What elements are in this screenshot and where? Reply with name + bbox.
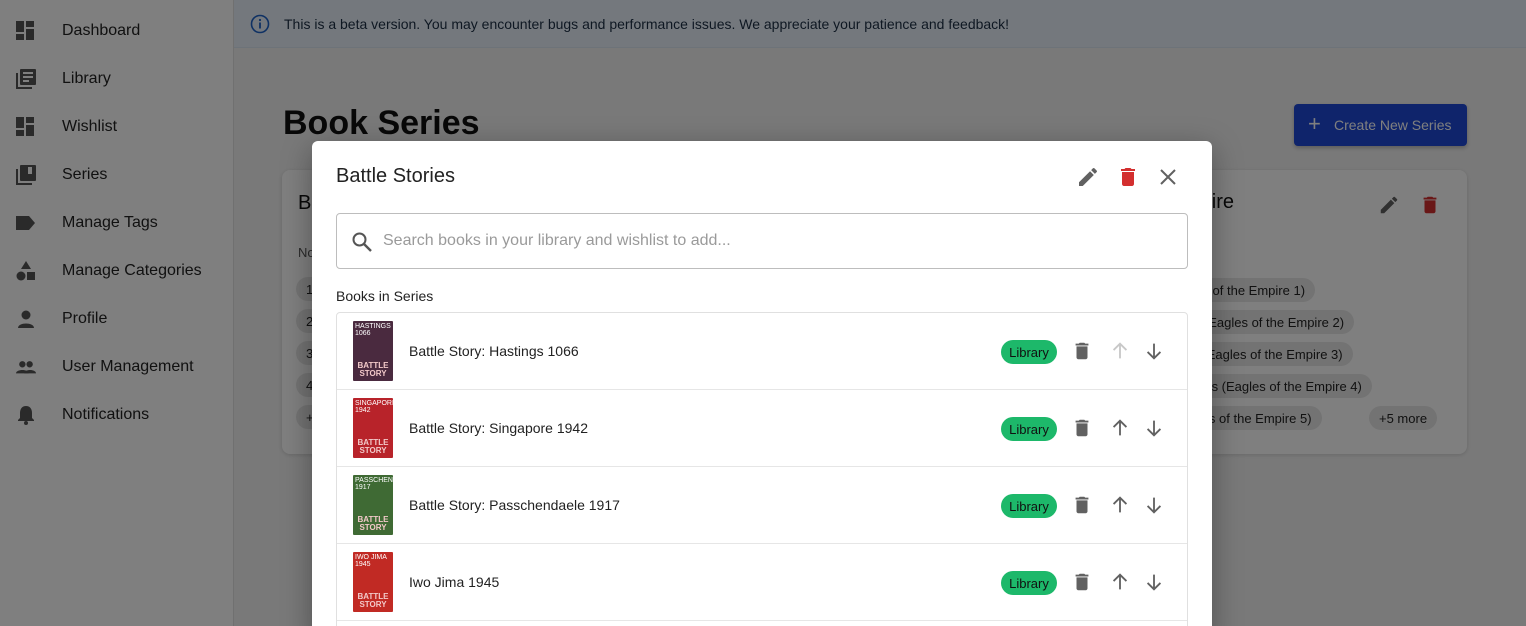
remove-book-button[interactable]	[1071, 571, 1093, 593]
delete-icon	[1075, 573, 1089, 591]
arrow-up-icon	[1112, 342, 1128, 359]
remove-book-button[interactable]	[1071, 340, 1093, 362]
arrow-up-icon	[1112, 419, 1128, 436]
book-row: SINGAPORE 1942 BATTLE STORY Battle Story…	[337, 390, 1187, 467]
edit-series-button[interactable]	[1076, 165, 1100, 189]
delete-series-button[interactable]	[1116, 165, 1140, 189]
arrow-up-icon	[1112, 496, 1128, 513]
status-badge: Library	[1001, 571, 1057, 595]
close-icon	[1160, 169, 1176, 185]
status-badge: Library	[1001, 494, 1057, 518]
book-row: HASTINGS 1066 BATTLE STORY Battle Story:…	[337, 313, 1187, 390]
edit-icon	[1079, 167, 1098, 186]
move-down-button[interactable]	[1143, 571, 1165, 593]
book-title: Battle Story: Passchendaele 1917	[409, 497, 620, 513]
cover-brand: BATTLE STORY	[357, 592, 389, 609]
move-up-button[interactable]	[1109, 417, 1131, 439]
book-title: Battle Story: Singapore 1942	[409, 420, 589, 436]
search-icon	[351, 231, 373, 253]
book-cover: PASSCHENDAELE 1917 BATTLE STORY	[353, 475, 393, 535]
book-title: Iwo Jima 1945	[409, 574, 500, 590]
cover-title: HASTINGS 1066	[355, 323, 391, 337]
delete-icon	[1121, 168, 1135, 186]
arrow-down-icon	[1146, 420, 1162, 437]
remove-book-button[interactable]	[1071, 494, 1093, 516]
arrow-down-icon	[1146, 497, 1162, 514]
cover-brand: BATTLE STORY	[357, 361, 389, 378]
arrow-down-icon	[1146, 343, 1162, 360]
book-cover: HASTINGS 1066 BATTLE STORY	[353, 321, 393, 381]
series-dialog: Battle Stories Books in Series HASTINGS …	[312, 141, 1212, 626]
cover-title: PASSCHENDAELE 1917	[355, 477, 393, 491]
book-row: IWO JIMA 1945 BATTLE STORY Iwo Jima 1945…	[337, 544, 1187, 621]
move-down-button[interactable]	[1143, 340, 1165, 362]
delete-icon	[1075, 342, 1089, 360]
move-up-button[interactable]	[1109, 340, 1131, 362]
arrow-up-icon	[1112, 573, 1128, 590]
close-dialog-button[interactable]	[1156, 165, 1180, 189]
arrow-down-icon	[1146, 574, 1162, 591]
cover-title: SINGAPORE 1942	[355, 400, 393, 414]
books-in-series-label: Books in Series	[336, 288, 434, 304]
series-book-list: HASTINGS 1066 BATTLE STORY Battle Story:…	[336, 312, 1188, 626]
status-badge: Library	[1001, 340, 1057, 364]
book-cover: IWO JIMA 1945 BATTLE STORY	[353, 552, 393, 612]
cover-brand: BATTLE STORY	[357, 438, 389, 455]
dialog-title: Battle Stories	[336, 165, 455, 187]
book-title: Battle Story: Hastings 1066	[409, 343, 579, 359]
book-row: PASSCHENDAELE 1917 BATTLE STORY Battle S…	[337, 467, 1187, 544]
move-down-button[interactable]	[1143, 417, 1165, 439]
book-search-input[interactable]	[383, 222, 1173, 260]
remove-book-button[interactable]	[1071, 417, 1093, 439]
delete-icon	[1075, 419, 1089, 437]
status-badge: Library	[1001, 417, 1057, 441]
delete-icon	[1075, 496, 1089, 514]
cover-brand: BATTLE STORY	[357, 515, 389, 532]
move-up-button[interactable]	[1109, 571, 1131, 593]
move-up-button[interactable]	[1109, 494, 1131, 516]
move-down-button[interactable]	[1143, 494, 1165, 516]
cover-title: IWO JIMA 1945	[355, 554, 387, 568]
book-search-field[interactable]	[336, 213, 1188, 269]
book-cover: SINGAPORE 1942 BATTLE STORY	[353, 398, 393, 458]
